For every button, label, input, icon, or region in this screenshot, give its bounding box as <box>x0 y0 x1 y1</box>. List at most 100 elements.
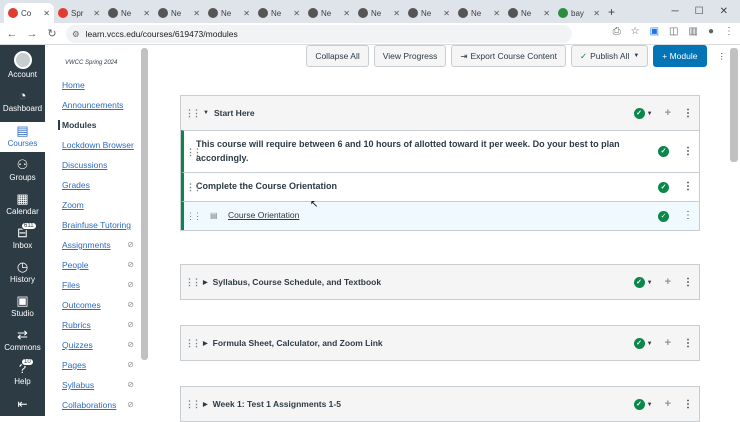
close-tab-icon[interactable]: ✕ <box>193 9 200 18</box>
module-item[interactable]: ⋮⋮ Complete the Course Orientation ✓ ⋮ <box>181 172 699 201</box>
add-item-icon[interactable]: + <box>665 107 671 119</box>
course-nav-zoom[interactable]: Zoom <box>62 200 142 210</box>
page-scrollbar[interactable] <box>730 48 738 162</box>
course-nav-modules[interactable]: Modules <box>58 120 138 130</box>
close-window-icon[interactable]: ✕ <box>720 6 728 17</box>
module-menu-icon[interactable]: ⋮ <box>683 338 693 349</box>
profile-icon[interactable]: ● <box>708 26 714 37</box>
publish-status[interactable]: ✓ ▼ <box>633 398 653 410</box>
global-nav-studio[interactable]: ▣ Studio <box>0 294 45 322</box>
module-header[interactable]: ⋮⋮ ▶ Formula Sheet, Calculator, and Zoom… <box>181 326 699 360</box>
module-item-page[interactable]: ⋮⋮ ▤ Course Orientation ✓ ⋮ <box>181 201 699 230</box>
collapse-all-button[interactable]: Collapse All <box>306 45 369 67</box>
add-item-icon[interactable]: + <box>665 398 671 410</box>
close-tab-icon[interactable]: ✕ <box>243 9 250 18</box>
course-orientation-link[interactable]: Course Orientation <box>228 210 299 220</box>
module-menu-icon[interactable]: ⋮ <box>683 277 693 288</box>
course-nav-files[interactable]: Files ⊘ <box>62 280 142 290</box>
more-options-icon[interactable]: ⋮ <box>711 45 732 67</box>
close-tab-icon[interactable]: ✕ <box>593 9 600 18</box>
back-icon[interactable]: ← <box>2 28 22 40</box>
module-item[interactable]: ⋮⋮ This course will require between 6 an… <box>181 130 699 172</box>
published-check-icon[interactable]: ✓ <box>658 210 669 222</box>
course-nav-pages[interactable]: Pages ⊘ <box>62 360 142 370</box>
drag-handle-icon[interactable]: ⋮⋮ <box>186 145 202 159</box>
close-tab-icon[interactable]: ✕ <box>543 9 550 18</box>
install-icon[interactable]: ⎙ <box>613 26 621 37</box>
close-tab-icon[interactable]: ✕ <box>43 9 50 18</box>
course-nav-grades[interactable]: Grades <box>62 180 142 190</box>
browser-tab[interactable]: Ne ✕ <box>454 3 504 23</box>
close-tab-icon[interactable]: ✕ <box>143 9 150 18</box>
add-module-button[interactable]: + Module <box>653 45 707 67</box>
close-tab-icon[interactable]: ✕ <box>343 9 350 18</box>
collapse-nav-icon[interactable]: ⇤ <box>0 397 45 413</box>
caret-right-icon[interactable]: ▶ <box>203 340 208 347</box>
browser-tab[interactable]: Ne ✕ <box>254 3 304 23</box>
global-nav-inbox[interactable]: ⊟ 611 Inbox <box>0 222 45 254</box>
course-nav-outcomes[interactable]: Outcomes ⊘ <box>62 300 142 310</box>
browser-tab[interactable]: Co ✕ <box>4 3 54 23</box>
drag-handle-icon[interactable]: ⋮⋮ <box>186 209 202 223</box>
side-panel-icon[interactable]: ▥ <box>689 26 698 37</box>
browser-tab[interactable]: bay ✕ <box>554 3 604 23</box>
item-menu-icon[interactable]: ⋮ <box>683 209 693 223</box>
new-tab-icon[interactable]: + <box>608 5 615 19</box>
drag-handle-icon[interactable]: ⋮⋮ <box>185 108 201 119</box>
view-progress-button[interactable]: View Progress <box>373 45 447 67</box>
course-nav-quizzes[interactable]: Quizzes ⊘ <box>62 340 142 350</box>
published-check-icon[interactable]: ✓ <box>658 146 669 157</box>
export-course-content-button[interactable]: ⇥ Export Course Content <box>451 45 566 67</box>
course-nav-scrollbar[interactable] <box>141 48 148 360</box>
item-menu-icon[interactable]: ⋮ <box>683 180 693 194</box>
course-nav-syllabus[interactable]: Syllabus ⊘ <box>62 380 142 390</box>
course-nav-brainfuse[interactable]: Brainfuse Tutoring <box>62 220 142 230</box>
course-nav-lockdown-browser[interactable]: Lockdown Browser <box>62 140 142 150</box>
close-tab-icon[interactable]: ✕ <box>393 9 400 18</box>
global-nav-courses[interactable]: ▤ Courses <box>0 122 45 152</box>
reload-icon[interactable]: ↻ <box>42 27 62 40</box>
global-nav-help[interactable]: ? 10 Help <box>0 358 45 390</box>
published-check-icon[interactable]: ✓ <box>658 181 669 193</box>
caret-right-icon[interactable]: ▶ <box>203 279 208 286</box>
browser-tab[interactable]: Ne ✕ <box>504 3 554 23</box>
global-nav-dashboard[interactable]: ◔ Dashboard <box>0 89 45 117</box>
item-menu-icon[interactable]: ⋮ <box>683 145 693 159</box>
minimize-icon[interactable]: ─ <box>672 6 679 17</box>
browser-tab[interactable]: Ne ✕ <box>354 3 404 23</box>
close-tab-icon[interactable]: ✕ <box>293 9 300 18</box>
bookmark-star-icon[interactable]: ☆ <box>631 26 640 37</box>
course-nav-home[interactable]: Home <box>62 80 142 90</box>
drag-handle-icon[interactable]: ⋮⋮ <box>185 399 201 410</box>
browser-tab[interactable]: Ne ✕ <box>404 3 454 23</box>
publish-all-button[interactable]: ✓ Publish All ▼ <box>570 45 649 67</box>
course-nav-collaborations[interactable]: Collaborations ⊘ <box>62 400 142 410</box>
global-nav-account[interactable]: Account <box>0 51 45 83</box>
module-menu-icon[interactable]: ⋮ <box>683 399 693 410</box>
close-tab-icon[interactable]: ✕ <box>443 9 450 18</box>
module-header[interactable]: ⋮⋮ ▼ Start Here ✓ ▼ + ⋮ <box>181 96 699 130</box>
maximize-icon[interactable]: ☐ <box>695 6 704 17</box>
add-item-icon[interactable]: + <box>665 276 671 288</box>
course-nav-discussions[interactable]: Discussions <box>62 160 142 170</box>
browser-tab[interactable]: Ne ✕ <box>104 3 154 23</box>
drag-handle-icon[interactable]: ⋮⋮ <box>185 338 201 349</box>
add-item-icon[interactable]: + <box>665 337 671 349</box>
publish-status[interactable]: ✓ ▼ <box>633 337 653 349</box>
browser-tab[interactable]: Ne ✕ <box>204 3 254 23</box>
close-tab-icon[interactable]: ✕ <box>93 9 100 18</box>
course-nav-rubrics[interactable]: Rubrics ⊘ <box>62 320 142 330</box>
browser-tab[interactable]: Ne ✕ <box>154 3 204 23</box>
site-info-icon[interactable]: ⚙ <box>72 29 80 40</box>
publish-status[interactable]: ✓ ▼ <box>633 107 653 119</box>
course-nav-people[interactable]: People ⊘ <box>62 260 142 270</box>
url-field[interactable]: ⚙ learn.vccs.edu/courses/619473/modules <box>66 25 572 43</box>
forward-icon[interactable]: → <box>22 28 42 40</box>
module-header[interactable]: ⋮⋮ ▶ Syllabus, Course Schedule, and Text… <box>181 265 699 299</box>
browser-menu-icon[interactable]: ⋮ <box>724 26 734 37</box>
drag-handle-icon[interactable]: ⋮⋮ <box>185 277 201 288</box>
extension-icon[interactable]: ▣ <box>650 26 659 37</box>
module-menu-icon[interactable]: ⋮ <box>683 108 693 119</box>
course-nav-announcements[interactable]: Announcements <box>62 100 142 110</box>
global-nav-commons[interactable]: ⇄ Commons <box>0 328 45 356</box>
